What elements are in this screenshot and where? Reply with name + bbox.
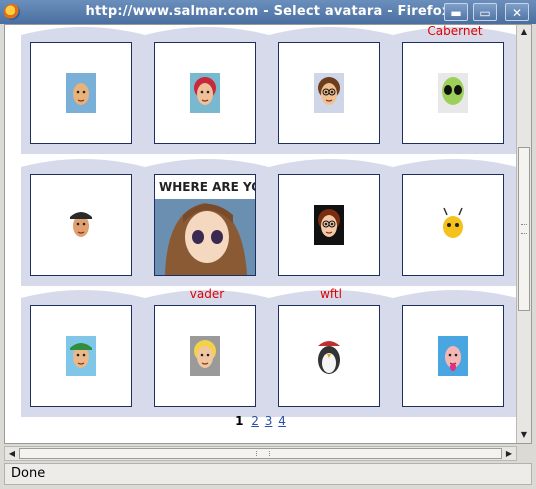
avatar-name-label: Cabernet <box>427 24 483 38</box>
red-haired-woman-avatar-icon <box>190 73 220 113</box>
svg-text:WHERE ARE YOU going?: WHERE ARE YOU going? <box>159 180 255 194</box>
penguin-avatar-icon <box>314 336 344 376</box>
vertical-scroll-thumb[interactable] <box>518 147 530 311</box>
avatar-cell[interactable] <box>269 155 393 286</box>
avatar-cell[interactable] <box>21 286 145 417</box>
grip-icon <box>521 224 527 234</box>
avatar-cell[interactable] <box>393 286 517 417</box>
title-bar: http://www.salmar.com - Select avatara -… <box>0 0 536 24</box>
avatar-frame[interactable] <box>154 42 256 144</box>
scroll-down-arrow-icon[interactable]: ▼ <box>518 429 530 441</box>
maximize-button[interactable]: ▭ <box>473 3 497 21</box>
avatar-name-label: wftl <box>320 287 342 301</box>
horizontal-scroll-thumb[interactable] <box>19 448 502 459</box>
scroll-up-arrow-icon[interactable]: ▲ <box>518 26 530 38</box>
close-button[interactable]: ✕ <box>505 3 529 21</box>
avatar-cell[interactable] <box>21 25 145 154</box>
avatar-cell[interactable] <box>393 155 517 286</box>
bald-man-avatar-icon <box>66 73 96 113</box>
anime-girl-avatar-icon: WHERE ARE YOU going? <box>155 175 255 275</box>
avatar-frame[interactable] <box>30 174 132 276</box>
avatar-cell[interactable] <box>21 155 145 286</box>
bee-avatar-icon <box>438 205 468 245</box>
avatar-frame[interactable] <box>278 42 380 144</box>
avatar-frame[interactable]: WHERE ARE YOU going? <box>154 174 256 276</box>
avatar-cell[interactable] <box>145 25 269 154</box>
avatar-cell[interactable]: WHERE ARE YOU going? <box>145 155 269 286</box>
avatar-cell[interactable]: vader <box>145 286 269 417</box>
elf-avatar-icon <box>66 336 96 376</box>
avatar-frame[interactable] <box>30 305 132 407</box>
brown-haired-woman-avatar-icon <box>314 205 344 245</box>
avatar-name-label: vader <box>189 287 225 301</box>
page-link-2[interactable]: 2 <box>251 414 259 428</box>
avatar-grid: Cabernet WHERE ARE YOU going? vader wftl <box>5 25 517 443</box>
status-bar: Done <box>4 463 532 485</box>
glasses-man-avatar-icon <box>314 73 344 113</box>
alien-avatar-icon <box>438 73 468 113</box>
avatar-cell[interactable]: wftl <box>269 286 393 417</box>
blonde-boy-avatar-icon <box>190 336 220 376</box>
avatar-cell[interactable] <box>269 25 393 154</box>
horizontal-scrollbar[interactable]: ◀ ▶ <box>4 446 517 461</box>
baby-avatar-icon <box>438 336 468 376</box>
pagination: 1 2 3 4 <box>5 414 517 428</box>
scroll-right-arrow-icon[interactable]: ▶ <box>503 448 515 460</box>
avatar-frame[interactable] <box>278 305 380 407</box>
scroll-left-arrow-icon[interactable]: ◀ <box>6 448 18 460</box>
vertical-scrollbar[interactable]: ▲ ▼ <box>516 25 531 443</box>
avatar-frame[interactable] <box>402 42 504 144</box>
minimize-button[interactable]: ▬ <box>444 3 468 21</box>
page-link-4[interactable]: 4 <box>278 414 286 428</box>
page-link-3[interactable]: 3 <box>265 414 273 428</box>
page-current: 1 <box>235 414 244 428</box>
avatar-frame[interactable] <box>30 42 132 144</box>
avatar-cell[interactable]: Cabernet <box>393 24 517 154</box>
avatar-frame[interactable] <box>154 305 256 407</box>
avatar-frame[interactable] <box>402 174 504 276</box>
avatar-frame[interactable] <box>278 174 380 276</box>
page-viewport: Cabernet WHERE ARE YOU going? vader wftl 1 … <box>4 24 532 444</box>
avatar-frame[interactable] <box>402 305 504 407</box>
grip-icon <box>256 451 270 456</box>
pirate-avatar-icon <box>66 205 96 245</box>
